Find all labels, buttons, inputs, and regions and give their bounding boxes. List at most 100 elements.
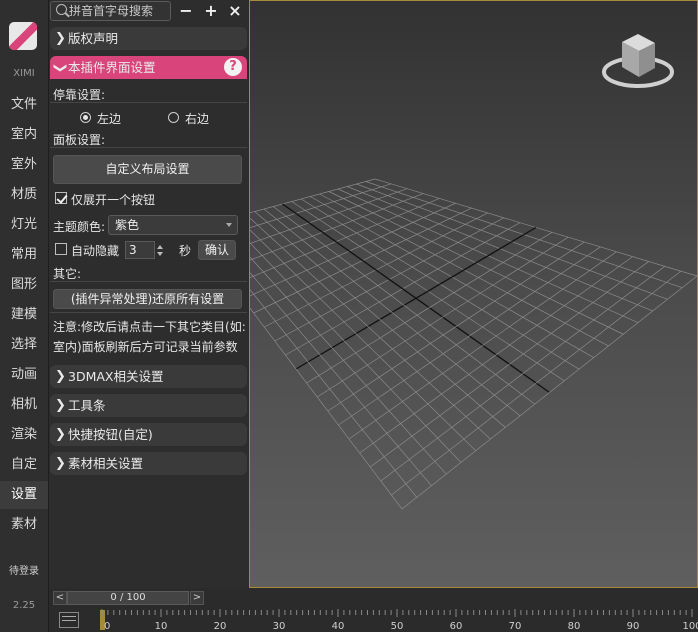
- restore-settings-button[interactable]: (插件异常处理)还原所有设置: [53, 289, 242, 309]
- track-bar[interactable]: 0 10 20 30 40 50 60 70 80 90 100: [49, 608, 698, 632]
- other-label: 其它:: [53, 267, 82, 281]
- dock-right-radio[interactable]: [168, 112, 179, 123]
- ruler-tick-label: 30: [273, 621, 286, 632]
- login-status[interactable]: 待登录: [0, 562, 48, 577]
- category-item[interactable]: 常用: [0, 241, 48, 269]
- category-sidebar: XIMI 文件 室内 室外 材质 灯光 常用 图形 建模 选择 动画 相机 渲染 自定 设置 素材 待登录 …: [0, 0, 49, 632]
- category-item[interactable]: 设置: [0, 481, 48, 509]
- time-prev-button[interactable]: <: [53, 591, 67, 605]
- grid-line: [380, 266, 666, 482]
- autohide-seconds-input[interactable]: 3: [125, 241, 155, 259]
- category-item[interactable]: 选择: [0, 331, 48, 359]
- divider: [50, 147, 247, 148]
- grid-line: [391, 270, 682, 496]
- category-item[interactable]: 文件: [0, 91, 48, 119]
- ruler-tick-label: 70: [509, 621, 522, 632]
- seconds-stepper[interactable]: [155, 241, 165, 259]
- section-toolbar[interactable]: ❯ 工具条: [50, 394, 247, 417]
- stepper-up-icon[interactable]: [157, 245, 163, 249]
- section-label: 工具条: [68, 398, 106, 413]
- category-item[interactable]: 室内: [0, 121, 48, 149]
- plugin-panel: − + × ❯ 版权声明 ❯ 本插件界面设置 ? 停靠设置: 左边 右边 面板设…: [49, 0, 248, 588]
- category-item[interactable]: 素材: [0, 511, 48, 539]
- track-ruler: 0 10 20 30 40 50 60 70 80 90 100: [100, 609, 698, 632]
- section-label: 3DMAX相关设置: [68, 369, 164, 384]
- section-label: 快捷按钮(自定): [68, 427, 153, 442]
- search-input[interactable]: [69, 3, 167, 19]
- confirm-button[interactable]: 确认: [198, 240, 236, 260]
- note-line-1: 注意:修改后请点击一下其它类目(如:: [53, 320, 246, 334]
- dock-label: 停靠设置:: [53, 88, 106, 102]
- grid-line: [250, 202, 456, 297]
- search-icon: [56, 4, 67, 15]
- note-line-2: 室内)面板刷新后方可记录当前参数: [53, 340, 238, 354]
- category-item[interactable]: 材质: [0, 181, 48, 209]
- expand-one-checkbox[interactable]: [55, 192, 67, 204]
- category-item[interactable]: 自定: [0, 451, 48, 479]
- divider: [50, 312, 247, 313]
- autohide-checkbox[interactable]: [55, 243, 67, 255]
- section-label: 素材相关设置: [68, 456, 144, 471]
- theme-label: 主题颜色:: [53, 220, 106, 234]
- grid-line: [250, 183, 392, 229]
- version-label: 2.25: [12, 600, 36, 611]
- add-button[interactable]: +: [201, 0, 221, 22]
- section-panel-settings[interactable]: ❯ 本插件界面设置 ?: [50, 56, 247, 79]
- category-item[interactable]: 相机: [0, 391, 48, 419]
- grid-line: [250, 272, 432, 486]
- grid-line: [401, 275, 698, 510]
- category-item[interactable]: 渲染: [0, 421, 48, 449]
- minimize-button[interactable]: −: [176, 0, 196, 22]
- plugin-logo-icon: [9, 22, 37, 50]
- seconds-unit: 秒: [179, 244, 192, 258]
- help-icon[interactable]: ?: [224, 58, 242, 76]
- time-slider[interactable]: 0 / 100: [67, 591, 189, 605]
- chevron-down-icon: [226, 223, 232, 227]
- ruler-tick-label: 20: [214, 621, 227, 632]
- category-item[interactable]: 灯光: [0, 211, 48, 239]
- brand-label: XIMI: [13, 68, 35, 79]
- grid-line: [369, 261, 649, 468]
- grid-line: [250, 307, 403, 510]
- perspective-grid: [250, 34, 698, 510]
- section-copyright[interactable]: ❯ 版权声明: [50, 27, 247, 50]
- search-box[interactable]: [50, 1, 171, 21]
- section-quick-buttons[interactable]: ❯ 快捷按钮(自定): [50, 423, 247, 446]
- close-button[interactable]: ×: [225, 0, 245, 22]
- search-bar: − + ×: [49, 0, 248, 24]
- category-item[interactable]: 室外: [0, 151, 48, 179]
- ruler-tick-label: 100: [682, 621, 698, 632]
- ruler-tick-label: 50: [391, 621, 404, 632]
- stepper-down-icon[interactable]: [157, 252, 163, 256]
- dock-left-radio[interactable]: [80, 112, 91, 123]
- grid-line: [250, 217, 491, 440]
- category-item[interactable]: 动画: [0, 361, 48, 389]
- theme-select[interactable]: 紫色: [108, 215, 238, 235]
- grid-line: [250, 256, 447, 475]
- category-item[interactable]: 图形: [0, 271, 48, 299]
- chevron-right-icon: ❯: [55, 369, 66, 384]
- dock-right-label[interactable]: 右边: [185, 110, 209, 127]
- view-cube-icon[interactable]: [602, 34, 674, 88]
- section-label: 本插件界面设置: [68, 60, 156, 75]
- section-label: 版权声明: [68, 31, 119, 46]
- time-slider-bar: < 0 / 100 >: [49, 588, 698, 608]
- dock-left-label[interactable]: 左边: [97, 110, 121, 127]
- 3d-viewport[interactable]: [249, 0, 698, 588]
- ruler-tick-label: 0: [104, 621, 110, 632]
- autohide-label[interactable]: 自动隐藏: [71, 242, 119, 259]
- custom-layout-button[interactable]: 自定义布局设置: [53, 155, 242, 184]
- ruler-tick-label: 90: [627, 621, 640, 632]
- panel-settings-label: 面板设置:: [53, 133, 106, 147]
- category-item[interactable]: 建模: [0, 301, 48, 329]
- chevron-right-icon: ❯: [55, 398, 66, 413]
- chevron-right-icon: ❯: [55, 31, 66, 46]
- section-material-settings[interactable]: ❯ 素材相关设置: [50, 452, 247, 475]
- section-3dmax-settings[interactable]: ❯ 3DMAX相关设置: [50, 365, 247, 388]
- expand-one-label[interactable]: 仅展开一个按钮: [71, 191, 155, 208]
- theme-select-value: 紫色: [115, 218, 140, 232]
- ruler-tick-label: 40: [332, 621, 345, 632]
- ruler-tick-label: 60: [450, 621, 463, 632]
- divider: [50, 281, 247, 282]
- time-next-button[interactable]: >: [190, 591, 204, 605]
